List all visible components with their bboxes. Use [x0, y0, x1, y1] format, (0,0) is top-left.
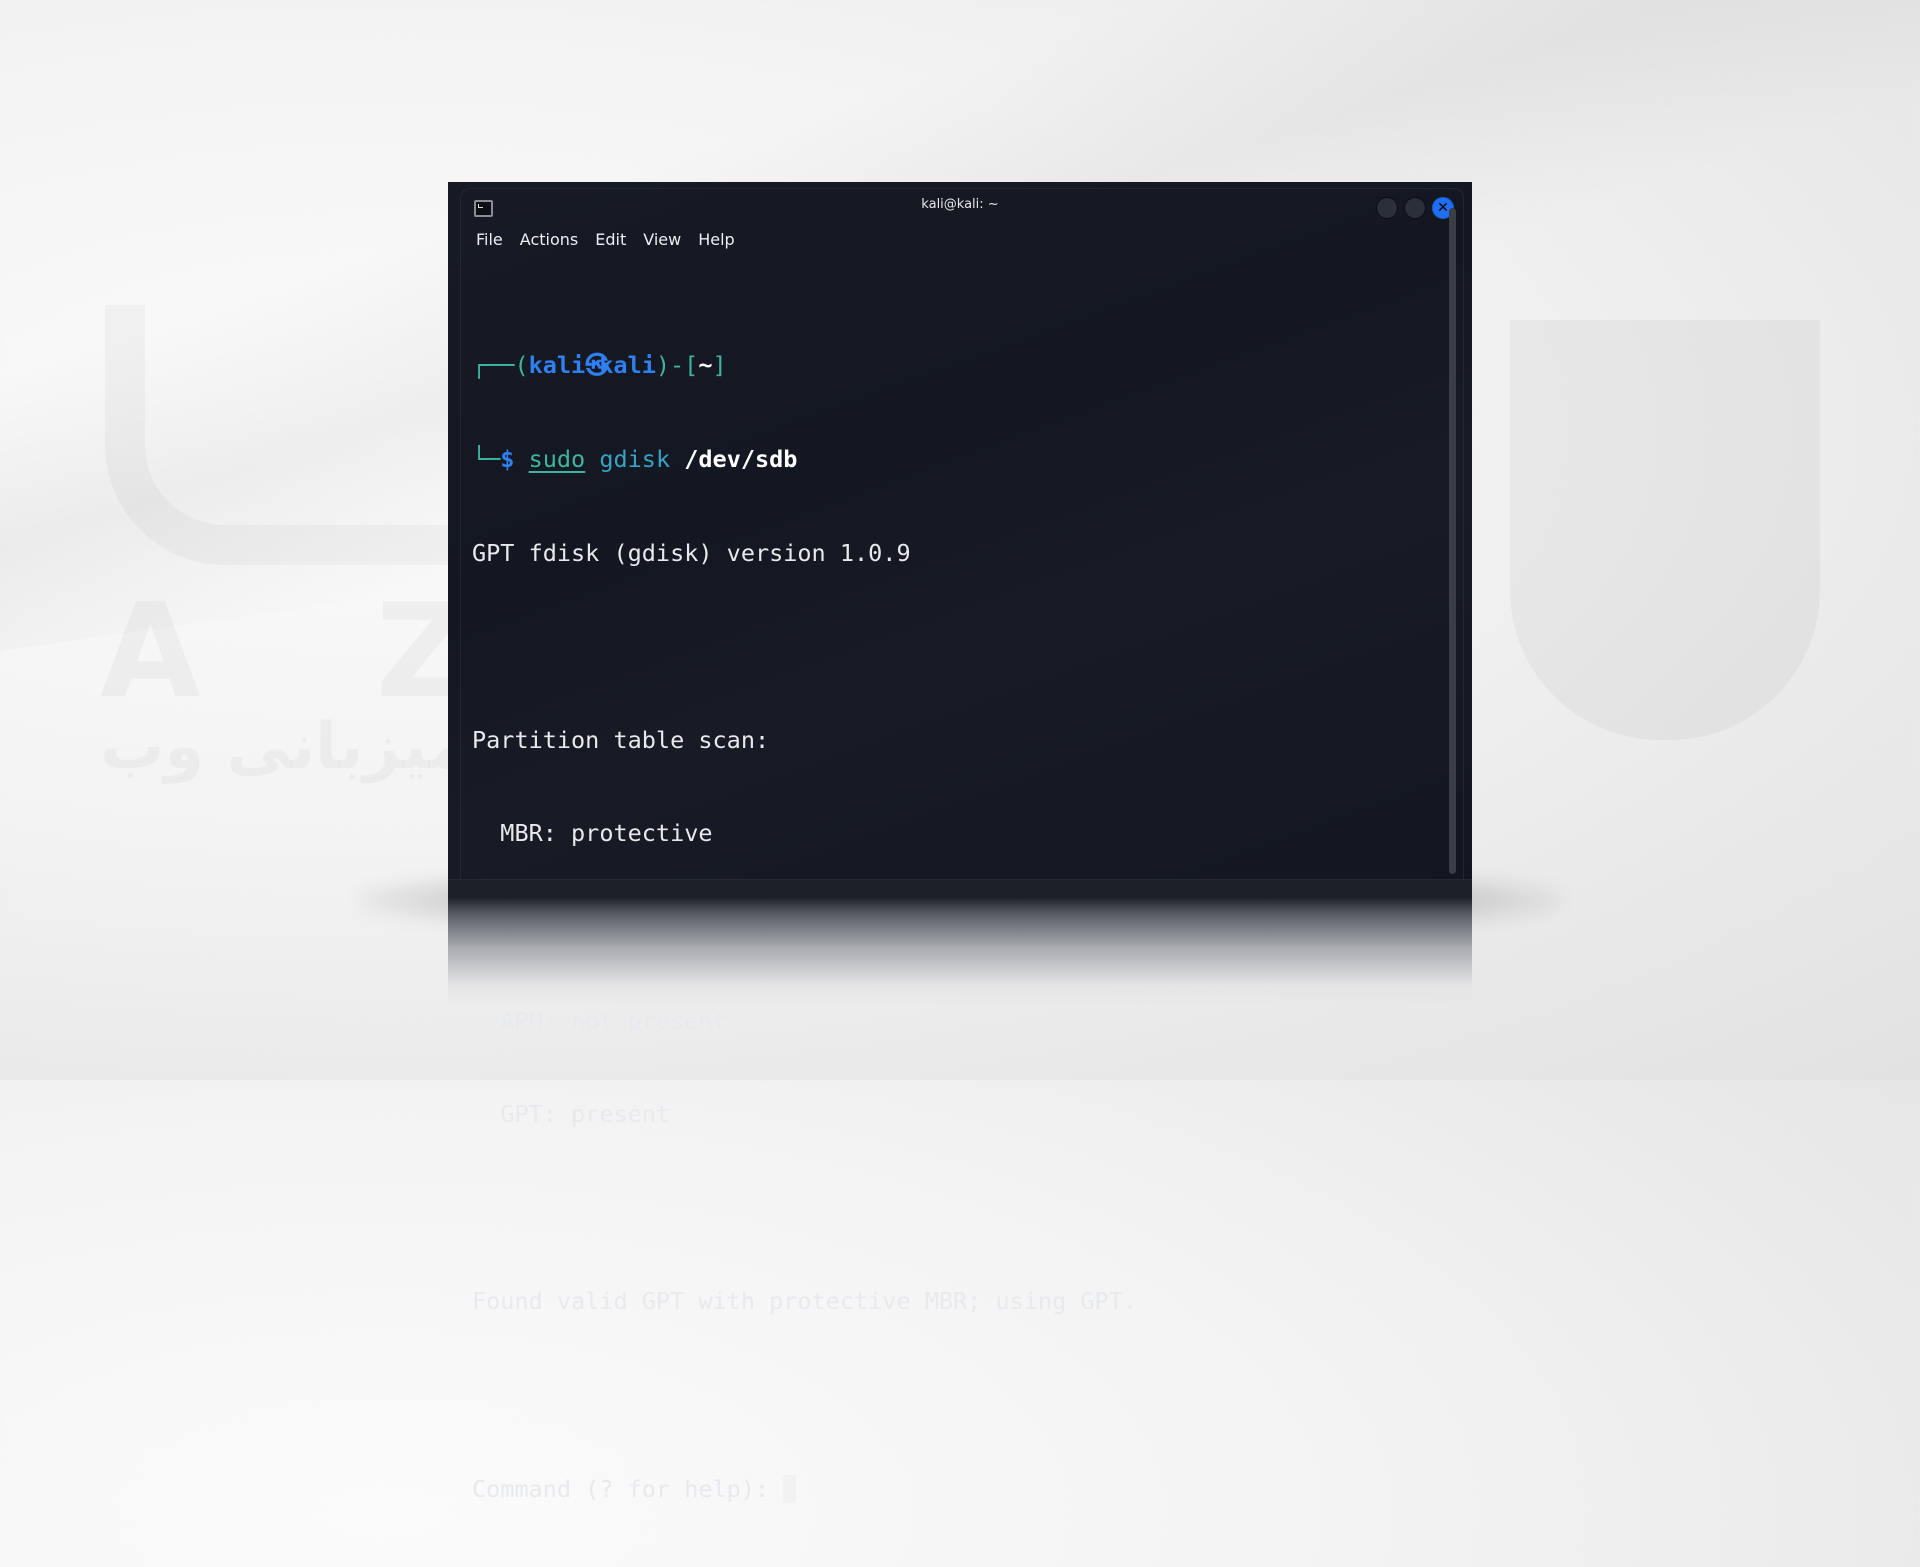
output-line: Partition table scan:: [472, 725, 770, 754]
output-line: Found valid GPT with protective MBR; usi…: [472, 1287, 1137, 1316]
prompt-line-1: ┌──(kali㉿kali)-[~]: [472, 350, 1432, 381]
output-line: GPT: present: [472, 1100, 671, 1129]
prompt-frame-top: ┌──(: [472, 351, 529, 380]
menu-actions[interactable]: Actions: [520, 227, 578, 253]
window-title: kali@kali: ~: [921, 197, 999, 212]
window-reflection: Command (? for help): Found valid GPT wi…: [448, 898, 1472, 1008]
prompt-separator: )-[: [655, 351, 699, 380]
output-line: GPT fdisk (gdisk) version 1.0.9: [472, 538, 911, 567]
menu-help[interactable]: Help: [698, 227, 734, 253]
menu-view[interactable]: View: [643, 227, 681, 253]
terminal-window: kali@kali: ~ ✕ File Actions Edit View He…: [448, 182, 1472, 1503]
output-line: APM: not present: [472, 1006, 727, 1035]
maximize-button[interactable]: [1404, 197, 1426, 219]
text-cursor: [783, 1474, 797, 1503]
command-program: gdisk: [599, 445, 671, 473]
prompt-dollar: $: [500, 445, 515, 473]
vertical-scrollbar[interactable]: [1449, 208, 1456, 874]
prompt-line-2: └─$ sudo gdisk /dev/sdb: [472, 444, 1432, 475]
terminal-output[interactable]: ┌──(kali㉿kali)-[~] └─$ sudo gdisk /dev/s…: [472, 288, 1432, 1503]
command-prompt: Command (? for help):: [472, 1474, 784, 1503]
kali-symbol-icon: ㉿: [585, 351, 609, 380]
prompt-bracket-close: ]: [712, 351, 727, 380]
titlebar[interactable]: kali@kali: ~ ✕: [448, 182, 1472, 232]
menu-edit[interactable]: Edit: [595, 227, 626, 253]
prompt-cwd: ~: [698, 351, 713, 380]
prompt-user: kali: [528, 351, 586, 380]
menubar: File Actions Edit View Help: [476, 227, 752, 253]
command-line[interactable]: Command (? for help):: [472, 1474, 1432, 1505]
menu-file[interactable]: File: [476, 227, 503, 253]
minimize-button[interactable]: [1376, 197, 1398, 219]
prompt-host: kali: [599, 351, 656, 380]
command-argument: /dev/sdb: [684, 445, 798, 473]
watermark-logo-right: [1510, 320, 1820, 740]
command-sudo: sudo: [528, 445, 586, 473]
prompt-frame-bottom: └─: [472, 445, 501, 473]
output-line: MBR: protective: [472, 819, 713, 848]
window-bottom-edge: [448, 879, 1472, 898]
